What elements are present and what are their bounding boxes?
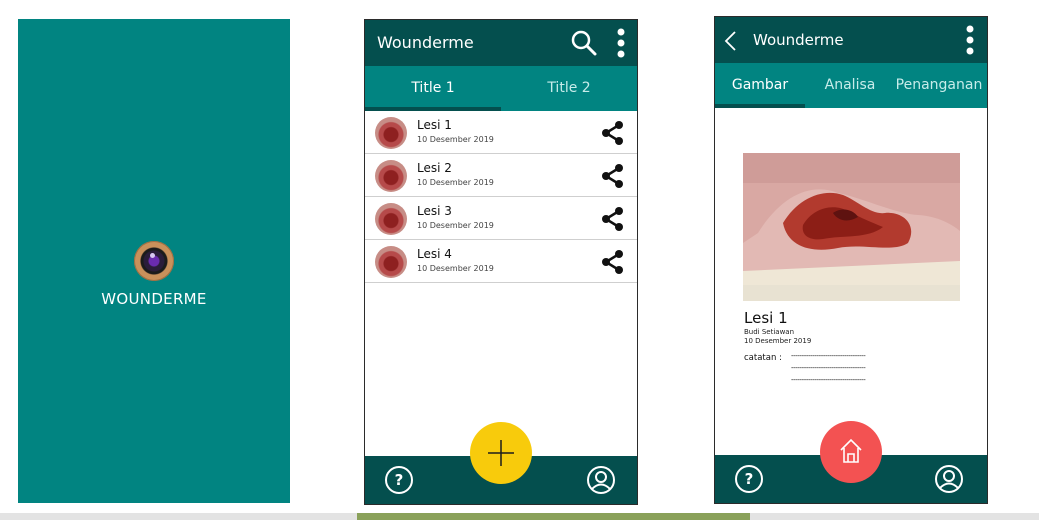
lesion-date: 10 Desember 2019 [417,178,494,187]
notes-line: ----------------------------------- [791,352,866,360]
lesion-detail-screen: Wounderme Gambar Analisa Penanganan Lesi… [714,16,988,504]
lesion-list-item[interactable]: Lesi 1 10 Desember 2019 [365,111,637,154]
profile-icon[interactable] [586,465,616,495]
lesion-list-item[interactable]: Lesi 4 10 Desember 2019 [365,240,637,283]
list-app-title: Wounderme [377,33,474,52]
plus-icon [488,440,514,466]
lesion-list-item[interactable]: Lesi 2 10 Desember 2019 [365,154,637,197]
tab-title-2[interactable]: Title 2 [501,66,637,111]
detail-tab-bar: Gambar Analisa Penanganan [715,63,987,108]
search-icon[interactable] [571,30,597,56]
lesion-detail-date: 10 Desember 2019 [744,337,812,345]
home-fab-button[interactable] [820,421,882,483]
lesion-thumbnail [375,117,407,149]
tab-penanganan[interactable]: Penanganan [893,63,985,108]
lesion-title: Lesi 4 [417,247,452,261]
lesion-list-item[interactable]: Lesi 3 10 Desember 2019 [365,197,637,240]
detail-app-title: Wounderme [753,31,844,49]
more-vert-icon[interactable] [965,24,975,56]
patient-name: Budi Setiawan [744,328,795,336]
home-icon [840,438,862,463]
footer-highlight [357,513,750,520]
lesion-title: Lesi 3 [417,204,452,218]
lesion-date: 10 Desember 2019 [417,135,494,144]
lesion-detail-title: Lesi 1 [744,309,788,327]
notes-label: catatan : [744,353,782,363]
more-vert-icon[interactable] [616,27,626,59]
lesion-thumbnail [375,160,407,192]
wound-photo [743,153,960,301]
lesion-thumbnail [375,246,407,278]
list-app-bar: Wounderme [365,20,637,66]
tab-indicator [715,104,805,108]
tab-gambar[interactable]: Gambar [715,63,805,108]
back-arrow-icon[interactable] [723,30,737,52]
share-icon[interactable] [600,120,626,146]
lesion-thumbnail [375,203,407,235]
add-fab-button[interactable] [470,422,532,484]
tab-title-1[interactable]: Title 1 [365,66,501,111]
list-tab-bar: Title 1 Title 2 [365,66,637,111]
lesion-date: 10 Desember 2019 [417,264,494,273]
detail-app-bar: Wounderme [715,17,987,63]
splash-brand-text: WOUNDERME [101,290,207,308]
splash-screen: WOUNDERME [18,19,290,503]
notes-line: ----------------------------------- [791,364,866,372]
lesion-title: Lesi 1 [417,118,452,132]
share-icon[interactable] [600,249,626,275]
camera-lens-logo-icon [134,241,174,281]
share-icon[interactable] [600,206,626,232]
notes-line: ----------------------------------- [791,376,866,384]
tab-analisa[interactable]: Analisa [805,63,895,108]
profile-icon[interactable] [934,464,964,494]
lesion-list-screen: Wounderme Title 1 Title 2 Lesi 1 10 Dese… [364,19,638,505]
help-icon[interactable]: ? [385,466,413,494]
lesion-title: Lesi 2 [417,161,452,175]
help-icon[interactable]: ? [735,465,763,493]
share-icon[interactable] [600,163,626,189]
lesion-date: 10 Desember 2019 [417,221,494,230]
